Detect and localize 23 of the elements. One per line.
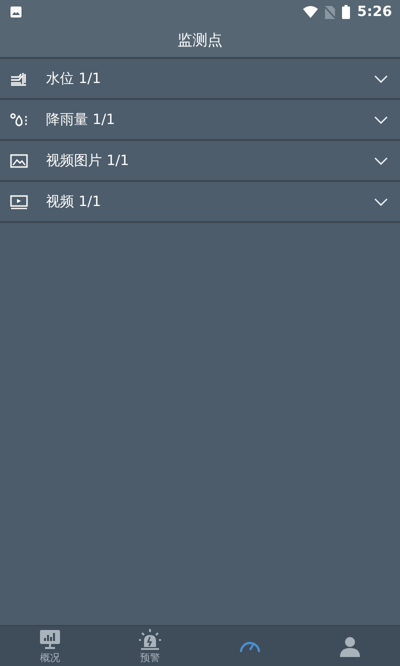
battery-icon <box>342 5 350 19</box>
no-sim-icon <box>325 6 336 18</box>
section-label: 视频 1/1 <box>46 192 102 210</box>
section-label: 视频图片 1/1 <box>46 152 130 170</box>
image-notification-icon <box>10 6 22 18</box>
chevron-down-icon <box>374 74 388 82</box>
tab-label: 预警 <box>140 652 160 664</box>
tab-item[interactable]: 预警 <box>100 626 200 666</box>
wifi-icon <box>303 6 318 18</box>
tab-label: 概况 <box>40 652 60 664</box>
chevron-down-icon <box>374 198 388 206</box>
page-title: 监测点 <box>178 31 222 50</box>
tab-item[interactable]: 概况 <box>0 626 100 666</box>
video-play-icon <box>10 194 30 210</box>
section-label: 水位 1/1 <box>46 70 102 88</box>
person-icon <box>338 635 362 657</box>
picture-icon <box>10 152 30 168</box>
chevron-down-icon <box>374 116 388 124</box>
chevron-down-icon <box>374 156 388 164</box>
section-label: 降雨量 1/1 <box>46 110 116 128</box>
monitor-chart-icon <box>38 628 62 650</box>
alarm-light-icon <box>138 628 162 650</box>
clock-time: 5:26 <box>357 4 392 20</box>
